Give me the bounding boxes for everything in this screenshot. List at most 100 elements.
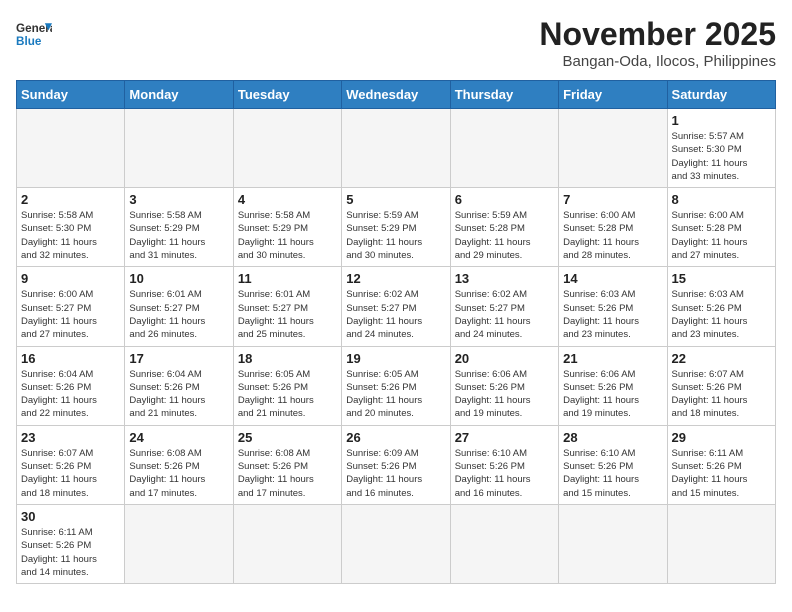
- calendar-week-row: 16 Sunrise: 6:04 AM Sunset: 5:26 PM Dayli…: [17, 346, 776, 425]
- generalblue-logo-icon: General Blue: [16, 16, 52, 52]
- day-number: 4: [238, 192, 337, 207]
- day-number: 12: [346, 271, 445, 286]
- day-info: Sunrise: 6:00 AM Sunset: 5:28 PM Dayligh…: [563, 209, 662, 262]
- calendar-cell: 1 Sunrise: 5:57 AM Sunset: 5:30 PM Daylig…: [667, 109, 775, 188]
- day-info: Sunrise: 6:06 AM Sunset: 5:26 PM Dayligh…: [455, 368, 554, 421]
- day-number: 7: [563, 192, 662, 207]
- logo-area: General Blue: [16, 16, 52, 52]
- calendar-cell: 19 Sunrise: 6:05 AM Sunset: 5:26 PM Dayli…: [342, 346, 450, 425]
- calendar-cell: 30 Sunrise: 6:11 AM Sunset: 5:26 PM Dayli…: [17, 504, 125, 583]
- day-info: Sunrise: 6:02 AM Sunset: 5:27 PM Dayligh…: [455, 288, 554, 341]
- day-info: Sunrise: 5:58 AM Sunset: 5:29 PM Dayligh…: [238, 209, 337, 262]
- calendar-header-saturday: Saturday: [667, 81, 775, 109]
- calendar-cell: 12 Sunrise: 6:02 AM Sunset: 5:27 PM Dayli…: [342, 267, 450, 346]
- day-info: Sunrise: 6:07 AM Sunset: 5:26 PM Dayligh…: [672, 368, 771, 421]
- day-number: 1: [672, 113, 771, 128]
- calendar-cell: [450, 504, 558, 583]
- calendar-cell: 24Sunrise: 6:08 AM Sunset: 5:26 PM Dayli…: [125, 425, 233, 504]
- day-number: 28: [563, 430, 662, 445]
- day-number: 13: [455, 271, 554, 286]
- calendar-cell: 20 Sunrise: 6:06 AM Sunset: 5:26 PM Dayli…: [450, 346, 558, 425]
- day-number: 16: [21, 351, 120, 366]
- calendar-cell: 21Sunrise: 6:06 AM Sunset: 5:26 PM Dayli…: [559, 346, 667, 425]
- day-info: Sunrise: 6:05 AM Sunset: 5:26 PM Dayligh…: [346, 368, 445, 421]
- calendar-cell: [667, 504, 775, 583]
- calendar-cell: 6 Sunrise: 5:59 AM Sunset: 5:28 PM Daylig…: [450, 188, 558, 267]
- calendar-header-monday: Monday: [125, 81, 233, 109]
- calendar-cell: 17 Sunrise: 6:04 AM Sunset: 5:26 PM Dayli…: [125, 346, 233, 425]
- day-info: Sunrise: 6:05 AM Sunset: 5:26 PM Dayligh…: [238, 368, 337, 421]
- day-info: Sunrise: 6:11 AM Sunset: 5:26 PM Dayligh…: [672, 447, 771, 500]
- day-number: 18: [238, 351, 337, 366]
- month-title: November 2025: [539, 16, 776, 53]
- title-area: November 2025 Bangan-Oda, Ilocos, Philip…: [539, 16, 776, 70]
- day-number: 9: [21, 271, 120, 286]
- calendar-header-sunday: Sunday: [17, 81, 125, 109]
- calendar-cell: 18 Sunrise: 6:05 AM Sunset: 5:26 PM Dayli…: [233, 346, 341, 425]
- calendar-cell: [233, 504, 341, 583]
- day-info: Sunrise: 6:04 AM Sunset: 5:26 PM Dayligh…: [129, 368, 228, 421]
- day-info: Sunrise: 6:03 AM Sunset: 5:26 PM Dayligh…: [672, 288, 771, 341]
- calendar-cell: 25Sunrise: 6:08 AM Sunset: 5:26 PM Dayli…: [233, 425, 341, 504]
- day-info: Sunrise: 5:58 AM Sunset: 5:30 PM Dayligh…: [21, 209, 120, 262]
- calendar-cell: [342, 109, 450, 188]
- calendar-cell: 5 Sunrise: 5:59 AM Sunset: 5:29 PM Daylig…: [342, 188, 450, 267]
- day-number: 17: [129, 351, 228, 366]
- calendar-cell: 11 Sunrise: 6:01 AM Sunset: 5:27 PM Dayli…: [233, 267, 341, 346]
- day-number: 6: [455, 192, 554, 207]
- day-number: 19: [346, 351, 445, 366]
- calendar-cell: 2 Sunrise: 5:58 AM Sunset: 5:30 PM Daylig…: [17, 188, 125, 267]
- day-number: 30: [21, 509, 120, 524]
- page-header: General Blue November 2025 Bangan-Oda, I…: [16, 16, 776, 70]
- calendar-week-row: 23Sunrise: 6:07 AM Sunset: 5:26 PM Dayli…: [17, 425, 776, 504]
- calendar-cell: [17, 109, 125, 188]
- day-number: 26: [346, 430, 445, 445]
- calendar-cell: 15Sunrise: 6:03 AM Sunset: 5:26 PM Dayli…: [667, 267, 775, 346]
- calendar-cell: 28 Sunrise: 6:10 AM Sunset: 5:26 PM Dayli…: [559, 425, 667, 504]
- day-info: Sunrise: 6:07 AM Sunset: 5:26 PM Dayligh…: [21, 447, 120, 500]
- calendar-cell: [233, 109, 341, 188]
- day-info: Sunrise: 6:09 AM Sunset: 5:26 PM Dayligh…: [346, 447, 445, 500]
- day-info: Sunrise: 6:10 AM Sunset: 5:26 PM Dayligh…: [563, 447, 662, 500]
- calendar-header-row: SundayMondayTuesdayWednesdayThursdayFrid…: [17, 81, 776, 109]
- day-info: Sunrise: 6:02 AM Sunset: 5:27 PM Dayligh…: [346, 288, 445, 341]
- calendar-week-row: 2 Sunrise: 5:58 AM Sunset: 5:30 PM Daylig…: [17, 188, 776, 267]
- calendar-cell: 29Sunrise: 6:11 AM Sunset: 5:26 PM Dayli…: [667, 425, 775, 504]
- day-info: Sunrise: 5:59 AM Sunset: 5:28 PM Dayligh…: [455, 209, 554, 262]
- calendar-cell: 27Sunrise: 6:10 AM Sunset: 5:26 PM Dayli…: [450, 425, 558, 504]
- day-info: Sunrise: 5:57 AM Sunset: 5:30 PM Dayligh…: [672, 130, 771, 183]
- calendar-cell: 4 Sunrise: 5:58 AM Sunset: 5:29 PM Daylig…: [233, 188, 341, 267]
- day-number: 22: [672, 351, 771, 366]
- calendar-cell: [342, 504, 450, 583]
- day-number: 21: [563, 351, 662, 366]
- calendar-cell: 9 Sunrise: 6:00 AM Sunset: 5:27 PM Daylig…: [17, 267, 125, 346]
- day-number: 5: [346, 192, 445, 207]
- day-number: 20: [455, 351, 554, 366]
- calendar-cell: 22 Sunrise: 6:07 AM Sunset: 5:26 PM Dayli…: [667, 346, 775, 425]
- day-number: 8: [672, 192, 771, 207]
- day-info: Sunrise: 6:01 AM Sunset: 5:27 PM Dayligh…: [238, 288, 337, 341]
- calendar-week-row: 1 Sunrise: 5:57 AM Sunset: 5:30 PM Daylig…: [17, 109, 776, 188]
- calendar-header-tuesday: Tuesday: [233, 81, 341, 109]
- calendar-cell: [450, 109, 558, 188]
- calendar-table: SundayMondayTuesdayWednesdayThursdayFrid…: [16, 80, 776, 584]
- day-info: Sunrise: 5:59 AM Sunset: 5:29 PM Dayligh…: [346, 209, 445, 262]
- day-number: 2: [21, 192, 120, 207]
- location-subtitle: Bangan-Oda, Ilocos, Philippines: [539, 53, 776, 70]
- day-info: Sunrise: 6:11 AM Sunset: 5:26 PM Dayligh…: [21, 526, 120, 579]
- calendar-cell: 7 Sunrise: 6:00 AM Sunset: 5:28 PM Daylig…: [559, 188, 667, 267]
- day-info: Sunrise: 6:04 AM Sunset: 5:26 PM Dayligh…: [21, 368, 120, 421]
- calendar-cell: 23Sunrise: 6:07 AM Sunset: 5:26 PM Dayli…: [17, 425, 125, 504]
- calendar-cell: 3Sunrise: 5:58 AM Sunset: 5:29 PM Daylig…: [125, 188, 233, 267]
- day-number: 25: [238, 430, 337, 445]
- calendar-cell: 8Sunrise: 6:00 AM Sunset: 5:28 PM Daylig…: [667, 188, 775, 267]
- calendar-cell: 13 Sunrise: 6:02 AM Sunset: 5:27 PM Dayli…: [450, 267, 558, 346]
- day-info: Sunrise: 6:03 AM Sunset: 5:26 PM Dayligh…: [563, 288, 662, 341]
- calendar-header-friday: Friday: [559, 81, 667, 109]
- day-number: 11: [238, 271, 337, 286]
- day-info: Sunrise: 6:01 AM Sunset: 5:27 PM Dayligh…: [129, 288, 228, 341]
- calendar-cell: 26 Sunrise: 6:09 AM Sunset: 5:26 PM Dayli…: [342, 425, 450, 504]
- day-number: 24: [129, 430, 228, 445]
- day-number: 27: [455, 430, 554, 445]
- day-info: Sunrise: 6:00 AM Sunset: 5:27 PM Dayligh…: [21, 288, 120, 341]
